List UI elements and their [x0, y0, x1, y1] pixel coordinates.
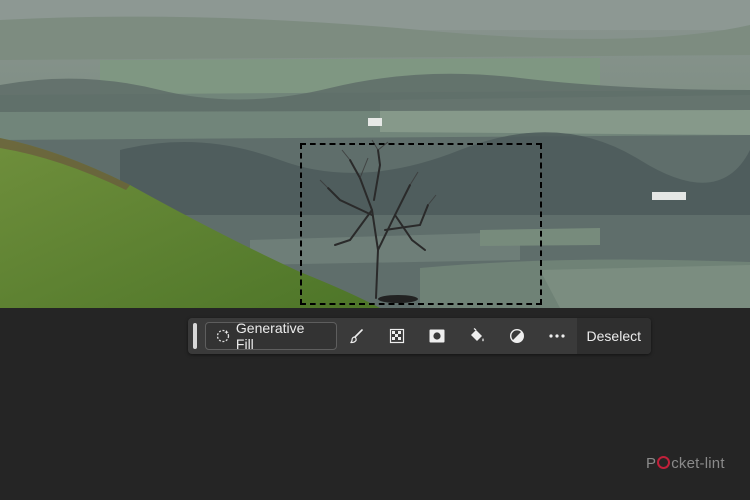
mask-icon [429, 329, 444, 343]
image-canvas[interactable] [0, 0, 750, 308]
adjustment-icon [509, 328, 524, 344]
transparency-button[interactable] [377, 318, 417, 354]
deselect-button[interactable]: Deselect [576, 318, 651, 354]
watermark-logo: Pcket-lint [646, 455, 725, 472]
marquee-selection[interactable] [300, 143, 542, 305]
paint-bucket-icon [470, 328, 484, 342]
checker-icon [389, 328, 404, 344]
pocketlint-watermark: Pcket-lint [646, 455, 725, 472]
fill-button[interactable] [457, 318, 497, 354]
more-options-button[interactable] [537, 318, 577, 354]
brush-button[interactable] [337, 318, 377, 354]
generative-fill-label: Generative Fill [235, 320, 305, 352]
generative-fill-button[interactable]: Generative Fill [204, 320, 337, 352]
brush-icon [349, 329, 363, 344]
ellipsis-icon [548, 334, 565, 338]
drag-handle[interactable] [193, 323, 197, 349]
adjustment-button[interactable] [497, 318, 537, 354]
mask-button[interactable] [417, 318, 457, 354]
contextual-taskbar[interactable]: Generative Fill Deselect [188, 318, 651, 354]
sparkle-icon [216, 329, 230, 343]
